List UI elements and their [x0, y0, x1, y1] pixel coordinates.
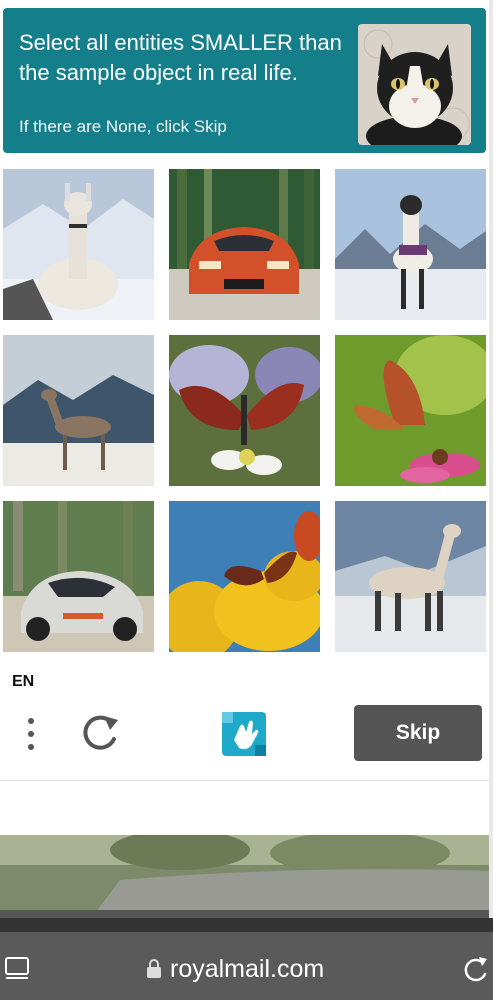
url-text: royalmail.com [170, 954, 325, 983]
butterfly-image [169, 335, 320, 486]
cat-icon [358, 24, 471, 145]
sports-car-image [3, 501, 154, 652]
menu-button[interactable] [22, 714, 40, 754]
grid-tile-9[interactable] [335, 501, 486, 652]
deer-image [3, 335, 154, 486]
divider [0, 780, 493, 781]
language-selector[interactable]: EN [12, 673, 34, 691]
llama-image [335, 501, 486, 652]
grid-tile-4[interactable] [3, 335, 154, 486]
captcha-prompt: Select all entities SMALLER than the sam… [19, 30, 342, 85]
llama-image [3, 169, 154, 320]
grid-tile-2[interactable] [169, 169, 320, 320]
butterfly-image [335, 335, 486, 486]
butterfly-image [169, 501, 320, 652]
grid-tile-5[interactable] [169, 335, 320, 486]
refresh-icon [83, 715, 118, 750]
scroll-edge [489, 0, 493, 1000]
image-grid [0, 165, 493, 655]
tabs-icon [5, 957, 29, 979]
lock-icon [147, 959, 161, 978]
road-image [0, 835, 493, 920]
captcha-page: Select all entities SMALLER than the sam… [0, 0, 493, 1000]
dot-icon [28, 718, 34, 724]
grid-tile-3[interactable] [335, 169, 486, 320]
refresh-button[interactable] [80, 712, 122, 754]
sample-image [358, 24, 471, 145]
skip-button[interactable]: Skip [354, 705, 482, 761]
address-bar[interactable]: royalmail.com [146, 952, 324, 986]
dot-icon [28, 731, 34, 737]
grid-tile-6[interactable] [335, 335, 486, 486]
captcha-subprompt: If there are None, click Skip [19, 117, 227, 136]
llama-image [335, 169, 486, 320]
hcaptcha-logo [218, 708, 270, 760]
dot-icon [28, 744, 34, 750]
tabs-button[interactable] [4, 954, 30, 982]
reload-button[interactable] [461, 954, 489, 984]
captcha-header: Select all entities SMALLER than the sam… [3, 8, 486, 153]
toolbar-shadow [0, 918, 493, 932]
grid-tile-8[interactable] [169, 501, 320, 652]
sports-car-image [169, 169, 320, 320]
hcaptcha-hand-icon [222, 712, 266, 756]
grid-tile-1[interactable] [3, 169, 154, 320]
background-page-photo [0, 835, 493, 920]
reload-icon [464, 957, 487, 982]
grid-tile-7[interactable] [3, 501, 154, 652]
